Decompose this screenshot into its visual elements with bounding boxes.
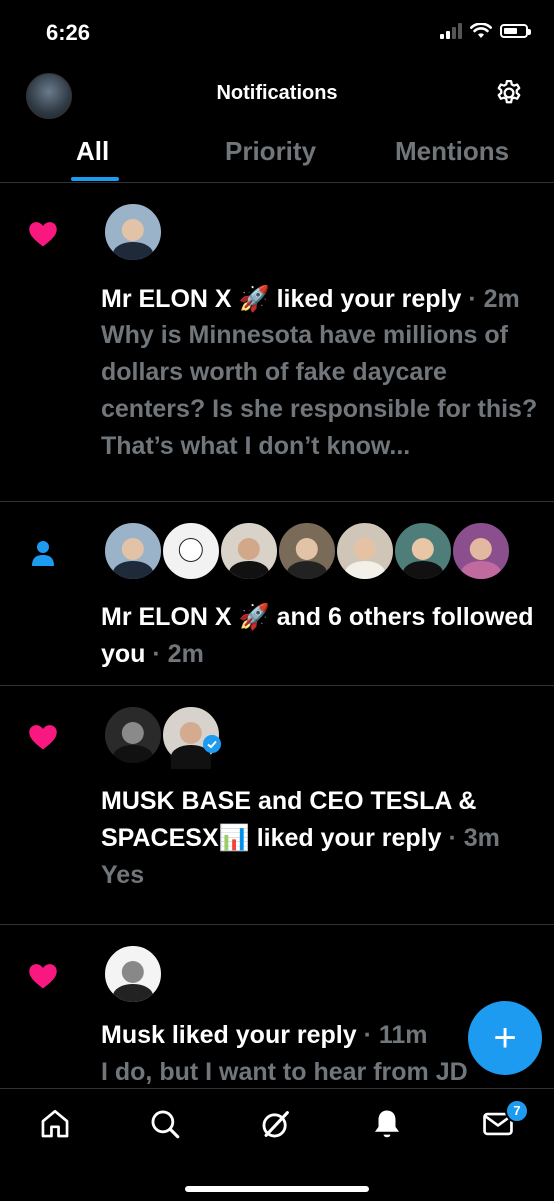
reply-snippet: Why is Minnesota have millions of dollar…	[101, 321, 538, 460]
avatar[interactable]	[103, 521, 163, 581]
actor-name[interactable]: Mr ELON X 🚀	[101, 603, 270, 631]
notification-text: Mr ELON X 🚀 and 6 others followed you · …	[101, 603, 534, 668]
actor-name[interactable]: Musk	[101, 1021, 165, 1049]
signal-icon	[440, 23, 462, 39]
heart-icon	[29, 725, 57, 750]
avatar[interactable]	[277, 521, 337, 581]
plus-icon: +	[493, 1016, 517, 1060]
notification-item[interactable]: Mr ELON X 🚀 and 6 others followed you · …	[0, 502, 554, 686]
compose-button[interactable]: +	[468, 1001, 542, 1075]
home-icon[interactable]	[38, 1107, 72, 1141]
action-text: liked your reply	[256, 824, 442, 852]
notification-item[interactable]: Mr ELON X 🚀 liked your reply · 2m Why is…	[0, 183, 554, 502]
tab-all[interactable]: All	[76, 136, 109, 167]
timestamp: 2m	[167, 640, 204, 668]
actor-name[interactable]: Mr ELON X 🚀	[101, 285, 270, 313]
status-icons	[440, 23, 531, 39]
avatar[interactable]	[335, 521, 395, 581]
avatar-group	[103, 944, 163, 1004]
timestamp: 2m	[483, 285, 520, 313]
timestamp: 3m	[463, 824, 500, 852]
tab-mentions[interactable]: Mentions	[395, 136, 509, 167]
avatar[interactable]	[103, 705, 163, 765]
bottom-nav	[0, 1088, 554, 1201]
notification-text: MUSK BASE and CEO TESLA & SPACESX📊 liked…	[101, 783, 541, 894]
notification-item[interactable]: Musk liked your reply · 11m I do, but I …	[0, 925, 554, 1088]
battery-icon	[500, 24, 531, 38]
avatar[interactable]	[393, 521, 453, 581]
search-icon[interactable]	[148, 1107, 182, 1141]
avatar[interactable]	[219, 521, 279, 581]
messages-badge: 7	[505, 1099, 529, 1123]
avatar-group	[103, 202, 163, 262]
wifi-icon	[470, 23, 492, 38]
page-title: Notifications	[216, 82, 338, 104]
action-text: liked your reply	[171, 1021, 357, 1049]
header: Notifications	[0, 64, 554, 124]
avatar[interactable]	[161, 705, 221, 769]
gear-icon[interactable]	[494, 78, 524, 108]
tab-bar: All Priority Mentions	[0, 128, 554, 183]
status-time: 6:26	[46, 20, 91, 45]
home-indicator	[185, 1186, 369, 1192]
avatar[interactable]	[161, 521, 221, 581]
timestamp: 11m	[378, 1021, 428, 1049]
heart-icon	[29, 964, 57, 989]
avatar-group	[103, 705, 221, 769]
notification-item[interactable]: MUSK BASE and CEO TESLA & SPACESX📊 liked…	[0, 686, 554, 925]
tab-priority[interactable]: Priority	[225, 136, 316, 167]
avatar[interactable]	[451, 521, 511, 581]
reply-snippet: Yes	[101, 861, 145, 889]
person-icon	[32, 541, 54, 566]
avatar[interactable]	[103, 944, 163, 1004]
bell-icon[interactable]	[370, 1107, 404, 1141]
status-bar: 6:26	[0, 0, 554, 64]
notification-text: Mr ELON X 🚀 liked your reply · 2m Why is…	[101, 281, 541, 465]
tab-indicator	[71, 177, 119, 181]
avatar-group	[103, 521, 511, 581]
grok-icon[interactable]	[259, 1107, 293, 1141]
verified-icon	[203, 735, 221, 753]
heart-icon	[29, 222, 57, 247]
avatar[interactable]	[103, 202, 163, 262]
action-text: liked your reply	[276, 285, 462, 313]
